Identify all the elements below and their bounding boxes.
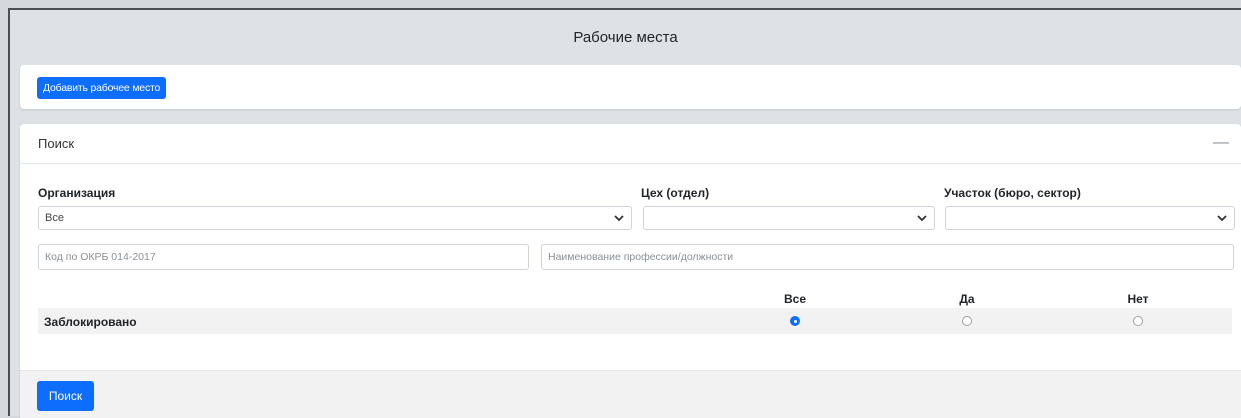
actions-card: Добавить рабочее место	[20, 65, 1241, 109]
okrb-code-input[interactable]	[38, 244, 529, 270]
blocked-label: Заблокировано	[44, 315, 137, 329]
page-title: Рабочие места	[573, 29, 678, 46]
radio-header-no: Нет	[1127, 292, 1149, 306]
page-title-bar: Рабочие места	[10, 10, 1241, 65]
chevron-down-icon	[614, 215, 624, 222]
organization-select[interactable]: Все	[38, 206, 632, 230]
workshop-label: Цех (отдел)	[641, 186, 710, 200]
profession-input[interactable]	[541, 244, 1234, 270]
radio-header-yes: Да	[959, 292, 975, 306]
organization-label: Организация	[38, 186, 116, 200]
workshop-select[interactable]	[643, 206, 935, 230]
search-panel-header: Поиск —	[20, 124, 1241, 164]
search-panel-title: Поиск	[38, 136, 75, 151]
chevron-down-icon	[1217, 215, 1227, 222]
radio-header-all: Все	[783, 292, 807, 306]
app-frame: Рабочие места Добавить рабочее место Пои…	[8, 8, 1241, 418]
search-panel-footer: Поиск	[20, 370, 1241, 418]
organization-select-value: Все	[45, 212, 64, 224]
blocked-radio-no[interactable]	[1133, 316, 1143, 326]
section-label: Участок (бюро, сектор)	[944, 186, 1081, 200]
blocked-filter-row: Заблокировано	[38, 308, 1232, 334]
search-submit-button[interactable]: Поиск	[37, 381, 94, 411]
chevron-down-icon	[917, 215, 927, 222]
search-panel: Поиск — Организация Цех (отдел) Участок …	[20, 124, 1241, 418]
blocked-radio-yes[interactable]	[962, 316, 972, 326]
minus-icon[interactable]: —	[1213, 135, 1229, 151]
add-workplace-button[interactable]: Добавить рабочее место	[37, 77, 167, 99]
section-select[interactable]	[945, 206, 1235, 230]
blocked-radio-all[interactable]	[790, 316, 800, 326]
